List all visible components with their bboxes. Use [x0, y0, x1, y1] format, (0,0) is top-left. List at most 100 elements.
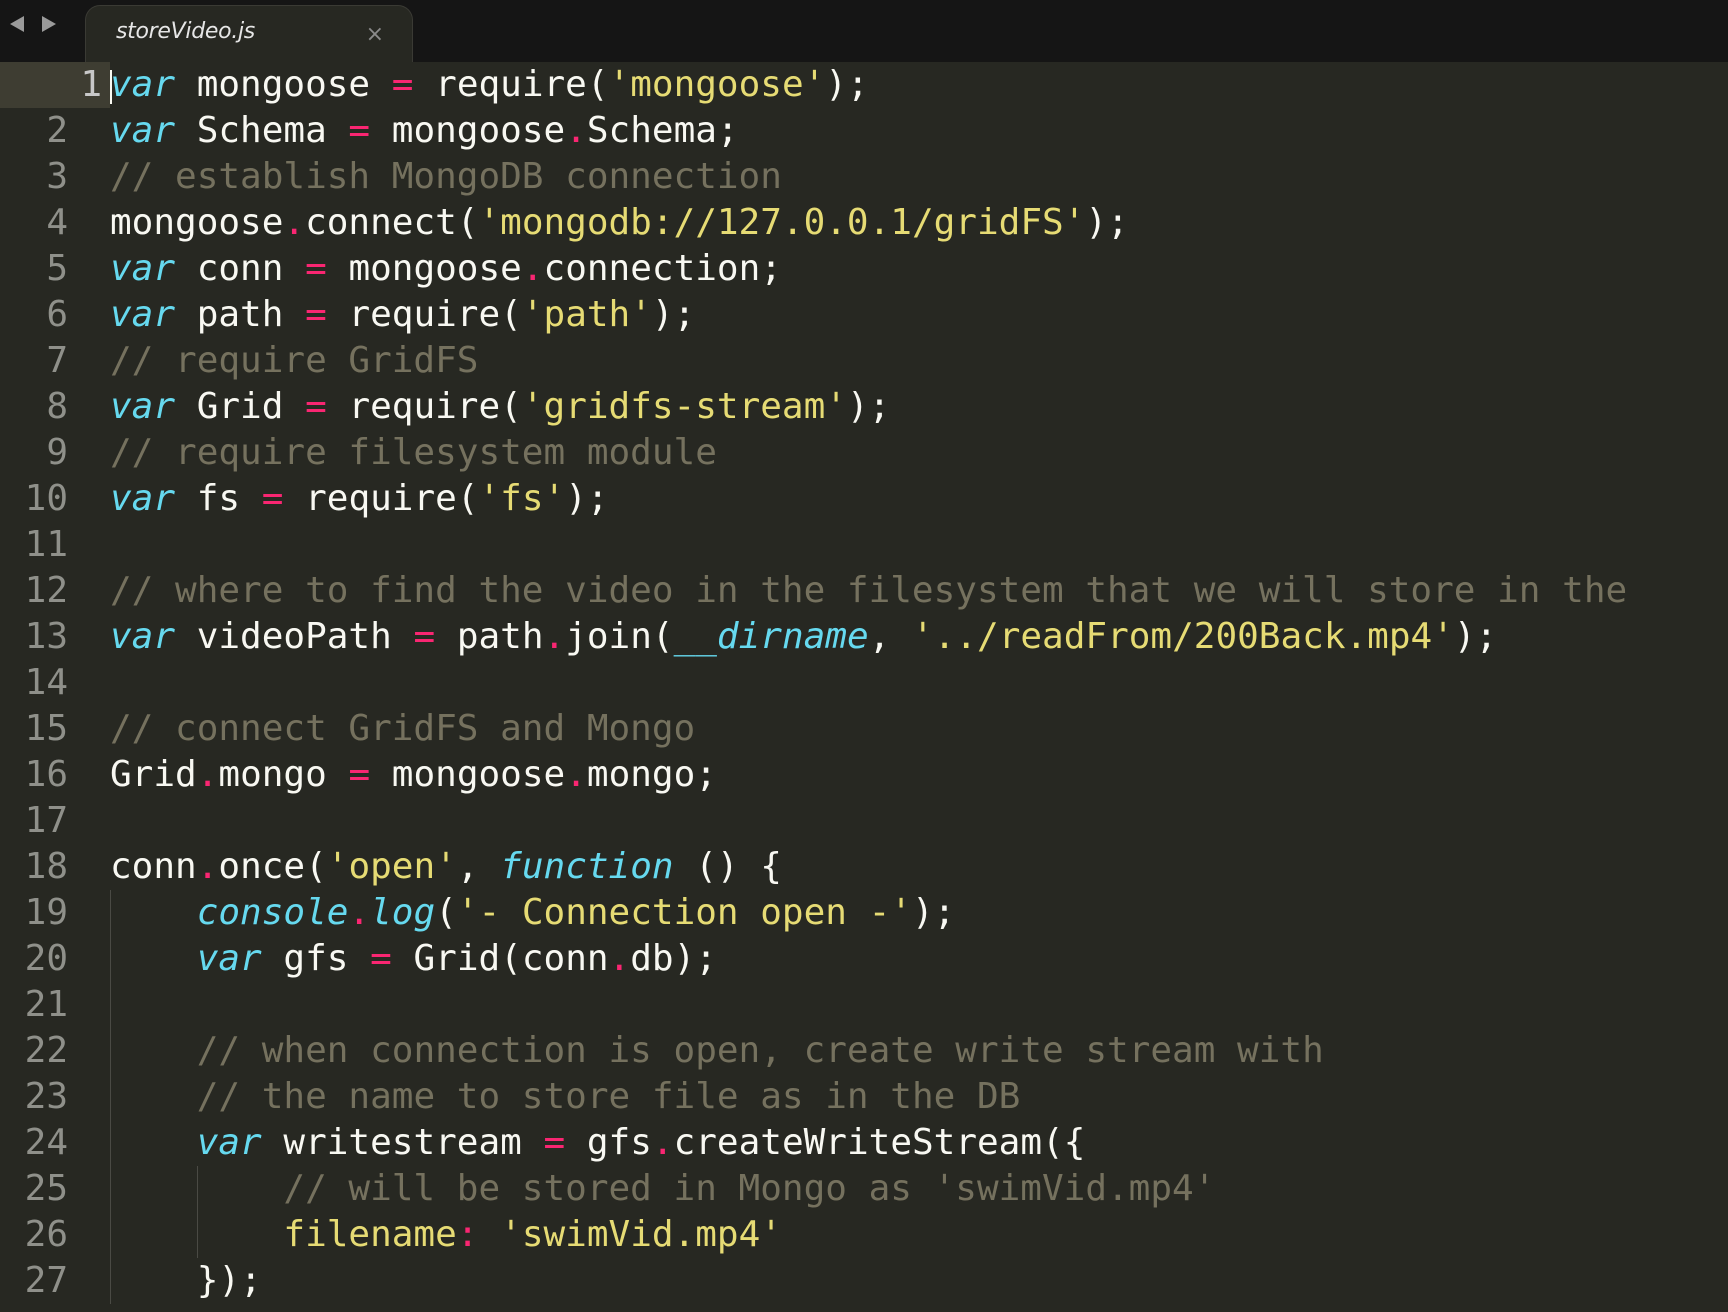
code-token: writestream: [261, 1122, 544, 1163]
line-number: 23: [24, 1076, 68, 1117]
code-token: path: [435, 616, 544, 657]
code-line[interactable]: var writestream = gfs.createWriteStream(…: [110, 1120, 1728, 1166]
code-line[interactable]: console.log('- Connection open -');: [110, 890, 1728, 936]
code-token: conn: [175, 248, 306, 289]
code-token: =: [370, 938, 392, 979]
indent-guide: [196, 1166, 198, 1212]
code-line[interactable]: mongoose.connect('mongodb://127.0.0.1/gr…: [110, 200, 1728, 246]
code-token: .: [651, 1122, 674, 1163]
code-line[interactable]: Grid.mongo = mongoose.mongo;: [110, 752, 1728, 798]
code-token: '- Connection open -': [456, 892, 912, 933]
line-number: 18: [24, 846, 68, 887]
text-cursor: [110, 70, 112, 104]
code-token: 'path': [521, 294, 652, 335]
code-line[interactable]: // require GridFS: [110, 338, 1728, 384]
code-area[interactable]: var mongoose = require('mongoose'); var S…: [110, 62, 1728, 1312]
code-line[interactable]: // will be stored in Mongo as 'swimVid.m…: [110, 1166, 1728, 1212]
line-number: 10: [24, 478, 68, 519]
code-token: Grid(conn: [391, 938, 609, 979]
code-line[interactable]: conn.once('open', function () {: [110, 844, 1728, 890]
code-line[interactable]: var path = require('path');: [110, 292, 1728, 338]
code-line[interactable]: var videoPath = path.join(__dirname, '..…: [110, 614, 1728, 660]
code-line[interactable]: var Grid = require('gridfs-stream');: [110, 384, 1728, 430]
indent-guide: [110, 1212, 111, 1258]
code-line[interactable]: filename: 'swimVid.mp4': [110, 1212, 1728, 1258]
code-token: var: [110, 478, 176, 519]
line-number: 12: [24, 570, 68, 611]
tab-storevideo[interactable]: storeVideo.js ×: [86, 6, 412, 63]
code-token: connect(: [305, 202, 479, 243]
code-token: // require filesystem module: [110, 432, 717, 473]
tab-bar: storeVideo.js ×: [0, 0, 1728, 63]
code-token: __dirname: [673, 616, 869, 657]
close-icon[interactable]: ×: [366, 24, 384, 46]
code-token: ,: [456, 846, 501, 887]
code-token: .: [348, 892, 371, 933]
code-token: .: [196, 754, 219, 795]
code-line[interactable]: });: [110, 1258, 1728, 1304]
code-line[interactable]: // require filesystem module: [110, 430, 1728, 476]
code-token: =: [348, 110, 371, 151]
code-line[interactable]: // establish MongoDB connection: [110, 154, 1728, 200]
code-line[interactable]: var conn = mongoose.connection;: [110, 246, 1728, 292]
line-number: 7: [46, 340, 68, 381]
code-token: );: [1085, 202, 1129, 243]
code-line[interactable]: // the name to store file as in the DB: [110, 1074, 1728, 1120]
code-token: mongoose: [370, 110, 566, 151]
code-token: =: [413, 616, 436, 657]
code-token: mongo;: [586, 754, 717, 795]
triangle-right-icon[interactable]: [42, 16, 56, 32]
code-line[interactable]: // where to find the video in the filesy…: [110, 568, 1728, 614]
code-token: );: [1453, 616, 1498, 657]
code-token: .: [543, 616, 566, 657]
code-token: });: [110, 1260, 262, 1301]
code-token: Grid: [175, 386, 306, 427]
code-token: join(: [565, 616, 674, 657]
code-token: 'mongodb://127.0.0.1/gridFS': [478, 202, 1086, 243]
code-token: =: [348, 754, 371, 795]
triangle-left-icon[interactable]: [10, 16, 24, 32]
code-token: var: [110, 64, 176, 105]
line-number-gutter: 1 2 3 4 5 6 7 8 9 10 11 12 13 14 15 16 17 18 19 20 21 22 23 24 2…: [0, 62, 110, 1312]
code-token: require(: [326, 294, 522, 335]
line-number: 13: [24, 616, 68, 657]
indent-guide: [110, 982, 111, 1028]
code-token: =: [305, 294, 327, 335]
code-line[interactable]: var mongoose = require('mongoose');: [110, 62, 1728, 108]
code-editor[interactable]: 1 2 3 4 5 6 7 8 9 10 11 12 13 14 15 16 17 18 19 20 21 22 23 24 2…: [0, 62, 1728, 1312]
code-token: // connect GridFS and Mongo: [110, 708, 696, 749]
code-token: videoPath: [175, 616, 414, 657]
indent-guide: [110, 1074, 111, 1120]
code-token: var: [110, 110, 176, 151]
code-token: .: [196, 846, 219, 887]
code-token: =: [305, 386, 327, 427]
line-number: 21: [24, 984, 68, 1025]
line-number: 3: [46, 156, 68, 197]
code-token: :: [456, 1214, 479, 1255]
code-line[interactable]: [110, 522, 1728, 568]
code-line[interactable]: // connect GridFS and Mongo: [110, 706, 1728, 752]
indent-guide: [110, 1120, 111, 1166]
line-number: 19: [24, 892, 68, 933]
code-line[interactable]: [110, 982, 1728, 1028]
code-line[interactable]: var Schema = mongoose.Schema;: [110, 108, 1728, 154]
code-token: mongo: [218, 754, 349, 795]
code-token: once(: [218, 846, 327, 887]
code-line[interactable]: [110, 660, 1728, 706]
line-number: 11: [24, 524, 68, 565]
code-line[interactable]: var fs = require('fs');: [110, 476, 1728, 522]
code-token: );: [565, 478, 609, 519]
code-line[interactable]: var gfs = Grid(conn.db);: [110, 936, 1728, 982]
code-token: var: [196, 1122, 262, 1163]
code-line[interactable]: [110, 798, 1728, 844]
line-number: 26: [24, 1214, 68, 1255]
code-line[interactable]: // when connection is open, create write…: [110, 1028, 1728, 1074]
code-token: fs: [175, 478, 262, 519]
code-token: // where to find the video in the filesy…: [110, 570, 1628, 611]
code-token: // when connection is open, create write…: [196, 1030, 1324, 1071]
